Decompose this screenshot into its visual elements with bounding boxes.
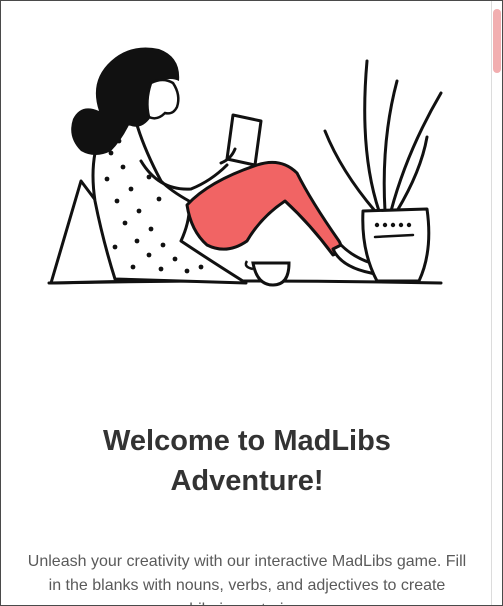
page-viewport: Welcome to MadLibs Adventure! Unleash yo… — [0, 0, 503, 606]
vertical-scrollbar[interactable] — [491, 1, 502, 605]
page-title: Welcome to MadLibs Adventure! — [103, 425, 391, 497]
woman-reading-illustration — [47, 47, 443, 287]
page-description: Unleash your creativity with our interac… — [27, 553, 467, 605]
scrollbar-thumb[interactable] — [493, 9, 501, 73]
